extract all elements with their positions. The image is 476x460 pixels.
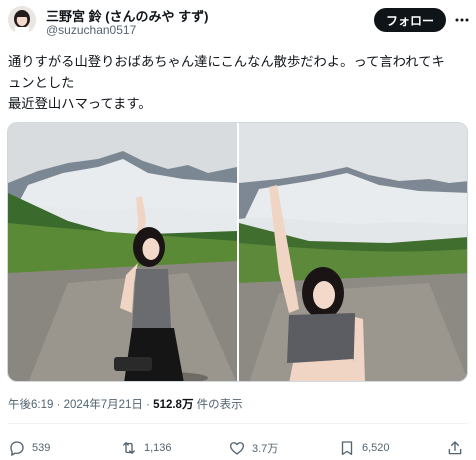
repost-icon [123,442,135,454]
tweet: 三野宮 鈴 (さんのみや すず) @suzuchan0517 フォロー 通りすが… [0,0,476,460]
tweet-text-line: 最近登山ハマってます。 [8,96,152,111]
tweet-text-line: 通りすがる山登りおばあちゃん達にこんなん散歩だわよ。って言われてキ [8,54,445,69]
bookmark-icon [341,441,353,456]
share-button[interactable] [446,438,464,458]
photo-right[interactable] [239,123,467,381]
tweet-text: 通りすがる山登りおばあちゃん達にこんなん散歩だわよ。って言われてキ ュンとした … [8,51,470,114]
action-bar: 539 1,136 3.7万 6,520 [0,438,476,458]
repost-button[interactable]: 1,136 [120,438,172,458]
meta-separator: · [146,399,150,411]
reply-button[interactable]: 539 [8,438,50,458]
meta-separator: · [56,399,61,411]
like-button[interactable]: 3.7万 [228,438,278,458]
view-count: 512.8万 [153,399,194,411]
media-grid [7,122,468,382]
share-icon [448,441,462,455]
more-icon[interactable] [452,10,472,30]
reply-icon [10,441,24,456]
bookmark-button[interactable]: 6,520 [338,438,390,458]
tweet-text-line: ュンとした [8,75,75,90]
author-handle[interactable]: @suzuchan0517 [46,23,136,37]
reply-count: 539 [32,442,51,454]
like-count: 3.7万 [252,443,279,455]
view-count-label: 件の表示 [196,399,243,411]
bookmark-count: 6,520 [362,442,390,454]
tweet-time[interactable]: 午後6:19 [8,399,53,411]
divider [8,423,468,424]
repost-count: 1,136 [144,442,172,454]
like-icon [229,442,245,455]
tweet-date[interactable]: 2024年7月21日 [64,399,143,411]
follow-button[interactable]: フォロー [374,8,446,32]
avatar[interactable] [8,6,36,34]
tweet-meta: 午後6:19 · 2024年7月21日 · 512.8万 件の表示 [8,396,243,412]
photo-left[interactable] [8,123,237,381]
